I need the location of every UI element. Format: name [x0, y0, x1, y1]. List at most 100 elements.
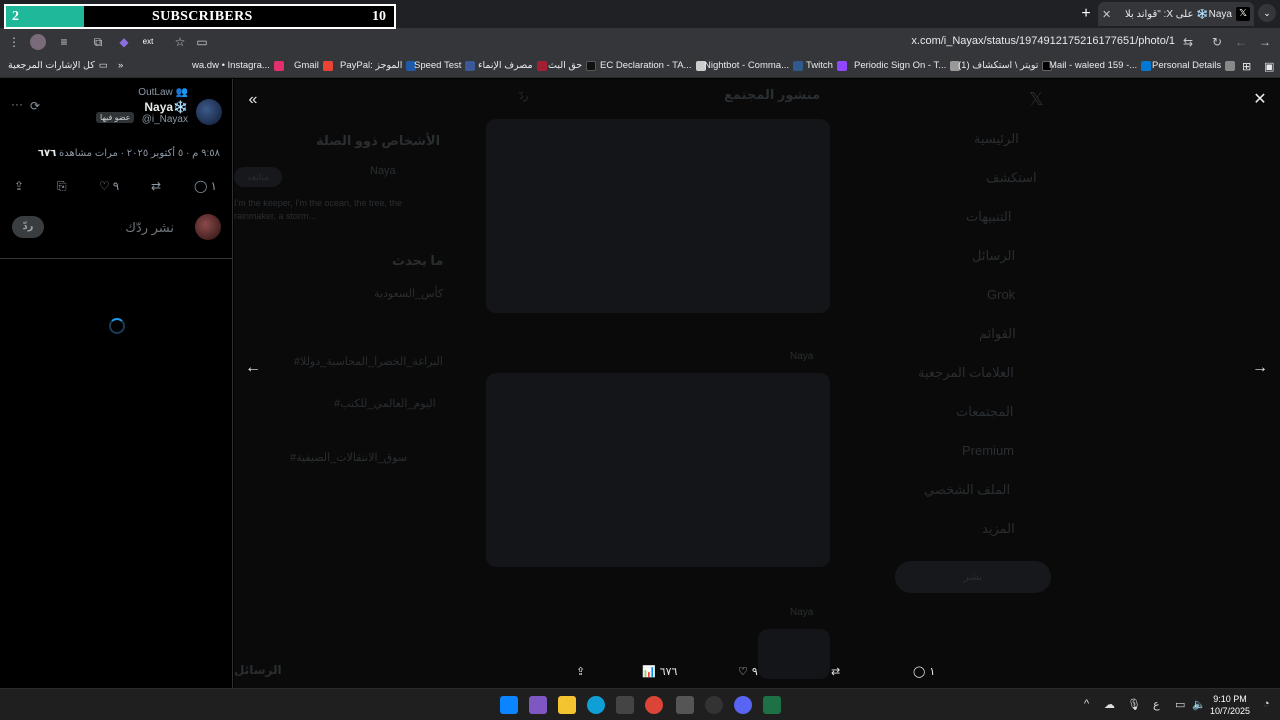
bookmark-item[interactable]: Twitch: [806, 60, 847, 71]
share-icon[interactable]: ⇪: [576, 665, 585, 678]
excel-icon[interactable]: [763, 696, 781, 714]
collapse-sidebar-icon[interactable]: «: [243, 90, 263, 110]
edge-icon[interactable]: [587, 696, 605, 714]
clock[interactable]: 9:10 PM 10/7/2025: [1210, 693, 1250, 717]
all-bookmarks[interactable]: كل الإشارات المرجعية ▭: [8, 60, 108, 71]
clock-date: 10/7/2025: [1210, 706, 1251, 716]
next-photo-icon[interactable]: →: [1250, 358, 1270, 378]
active-tab[interactable]: ✕ Naya❄️ على X: "قواند بلا نقاش" 𝕏: [1098, 2, 1254, 26]
new-tab-button[interactable]: +: [1078, 5, 1094, 23]
media-ghost-1: [486, 119, 830, 313]
shield-extension-icon[interactable]: ◆: [116, 34, 132, 50]
display-name[interactable]: Naya❄️: [144, 100, 188, 114]
site-settings-icon[interactable]: ⇆: [1180, 34, 1196, 50]
like-count: ٩: [751, 666, 758, 678]
bookmark-item[interactable]: Personal Details: [1152, 60, 1236, 71]
bank-icon: [536, 60, 547, 71]
related-people-ghost: الأشخاص ذوو الصلة: [316, 133, 441, 148]
start-icon[interactable]: [500, 696, 518, 714]
ext-extension-icon[interactable]: ext: [140, 34, 156, 50]
current-user-avatar: [195, 214, 221, 240]
tab-search-icon[interactable]: ⌄: [1258, 4, 1276, 22]
reload-icon[interactable]: ↻: [1209, 34, 1225, 50]
forward-icon[interactable]: ←: [1233, 34, 1249, 50]
bookmark-star-icon[interactable]: ☆: [172, 34, 188, 50]
divider: [0, 258, 233, 259]
bookmark-item[interactable]: مصرف الإنماء: [478, 60, 547, 71]
bookmark-item[interactable]: (1) تويتر \ استكشاف: [958, 60, 1053, 71]
menu-kebab-icon[interactable]: ⋮: [6, 34, 22, 50]
close-tab-icon[interactable]: ✕: [1102, 8, 1116, 21]
bookmark-icon[interactable]: ⎘: [57, 179, 67, 194]
bookmark-item[interactable]: Nightbot - Comma...: [704, 60, 803, 71]
handle[interactable]: @i_Nayax: [142, 114, 188, 125]
follow-ghost: متابعة: [234, 167, 282, 187]
tweet-timestamp: ٩:٥٨ م · ٥ أكتوبر ٢٠٢٥ ·: [120, 148, 220, 159]
reply-button[interactable]: ردّ: [12, 216, 44, 238]
notifications-icon[interactable]: ◔: [1263, 698, 1270, 710]
profile-avatar[interactable]: [30, 34, 46, 50]
avatar[interactable]: [196, 99, 222, 125]
bookmark-item[interactable]: PayPal: الموجز: [340, 60, 417, 71]
share-icon[interactable]: ⇪: [14, 179, 24, 193]
rights-icon: [586, 60, 597, 71]
x-home-logo-ghost: 𝕏: [1029, 89, 1044, 109]
bookmark-item[interactable]: Mail - waleed 159 -...: [1049, 60, 1152, 71]
calculator-icon[interactable]: [676, 696, 694, 714]
nav-grok-ghost: Grok: [987, 287, 1016, 302]
like-button[interactable]: ♡ ٩: [738, 665, 758, 678]
app-icon[interactable]: [705, 696, 723, 714]
bookmark-item[interactable]: wa.dw • Instagra...: [192, 60, 284, 71]
heart-icon: ♡: [99, 179, 110, 193]
all-bookmarks-label: كل الإشارات المرجعية: [8, 60, 95, 71]
tab-strip: 2 SUBSCRIBERS 10 + ✕ Naya❄️ على X: "قوان…: [0, 0, 1280, 29]
apps-grid-icon[interactable]: ⊞: [1242, 60, 1251, 73]
like-button[interactable]: ♡ ٩: [99, 179, 119, 193]
address-bar[interactable]: x.com/i_Nayax/status/1974912175216177651…: [900, 35, 1175, 47]
repost-icon[interactable]: ⇄: [151, 179, 161, 193]
reply-icon: ◯: [913, 666, 926, 678]
reply-count: ١: [929, 666, 936, 678]
clock-time: 9:10 PM: [1213, 694, 1247, 704]
file-explorer-icon[interactable]: [558, 696, 576, 714]
nav-explore-ghost: استكشف: [986, 170, 1037, 185]
reading-list-icon[interactable]: ≡: [56, 34, 72, 50]
chrome-icon[interactable]: [645, 696, 663, 714]
previous-photo-icon[interactable]: ←: [243, 358, 263, 378]
bookmark-item[interactable]: Periodic Sign On - T...: [854, 60, 961, 71]
reply-input[interactable]: نشر ردّك: [125, 220, 174, 236]
back-icon[interactable]: →: [1257, 34, 1273, 50]
community-icon: 👥: [175, 87, 188, 98]
copilot-icon[interactable]: [529, 696, 547, 714]
store-icon[interactable]: [616, 696, 634, 714]
bookmark-item[interactable]: حق البث: [548, 60, 597, 71]
discord-icon[interactable]: [734, 696, 752, 714]
show-hidden-icons[interactable]: ^: [1084, 698, 1089, 710]
bookmark-item[interactable]: EC Declaration - TA...: [600, 60, 706, 71]
language-indicator[interactable]: ع: [1153, 698, 1160, 711]
grok-icon[interactable]: ⟳: [30, 99, 40, 113]
reply-count-button[interactable]: ◯ ١: [194, 179, 217, 193]
repost-icon[interactable]: ⇄: [831, 665, 840, 678]
mic-icon[interactable]: 🎙: [1127, 698, 1141, 711]
loading-spinner: [109, 318, 125, 334]
community-name[interactable]: OutLaw 👥: [138, 87, 188, 98]
extensions-icon[interactable]: ⧉: [90, 34, 106, 50]
views-button[interactable]: 📊 ٦٧٦: [642, 665, 677, 678]
post-button-ghost: نشر: [895, 561, 1051, 593]
more-options-icon[interactable]: ···: [11, 97, 23, 111]
photo-modal-backdrop[interactable]: 𝕏 الرئيسية استكشف التنبيهات الرسائل Grok…: [234, 79, 1280, 688]
bar-chart-icon: 📊: [642, 666, 656, 678]
cloud-icon[interactable]: ☁: [1104, 698, 1115, 711]
bookmark-item[interactable]: Speed Test: [414, 60, 476, 71]
volume-icon[interactable]: 🔈: [1192, 698, 1206, 711]
bookmark-item[interactable]: Gmail: [294, 60, 333, 71]
reply-ghost: ردّ: [519, 91, 529, 102]
sidebar-panel-icon[interactable]: ▣: [1264, 60, 1274, 73]
like-count: ٩: [112, 179, 120, 193]
network-icon[interactable]: ▭: [1175, 698, 1185, 711]
reply-button[interactable]: ◯ ١: [913, 665, 935, 678]
cast-icon[interactable]: ▭: [194, 34, 210, 50]
bookmarks-overflow[interactable]: »: [118, 60, 123, 71]
close-icon[interactable]: ✕: [1250, 90, 1270, 110]
